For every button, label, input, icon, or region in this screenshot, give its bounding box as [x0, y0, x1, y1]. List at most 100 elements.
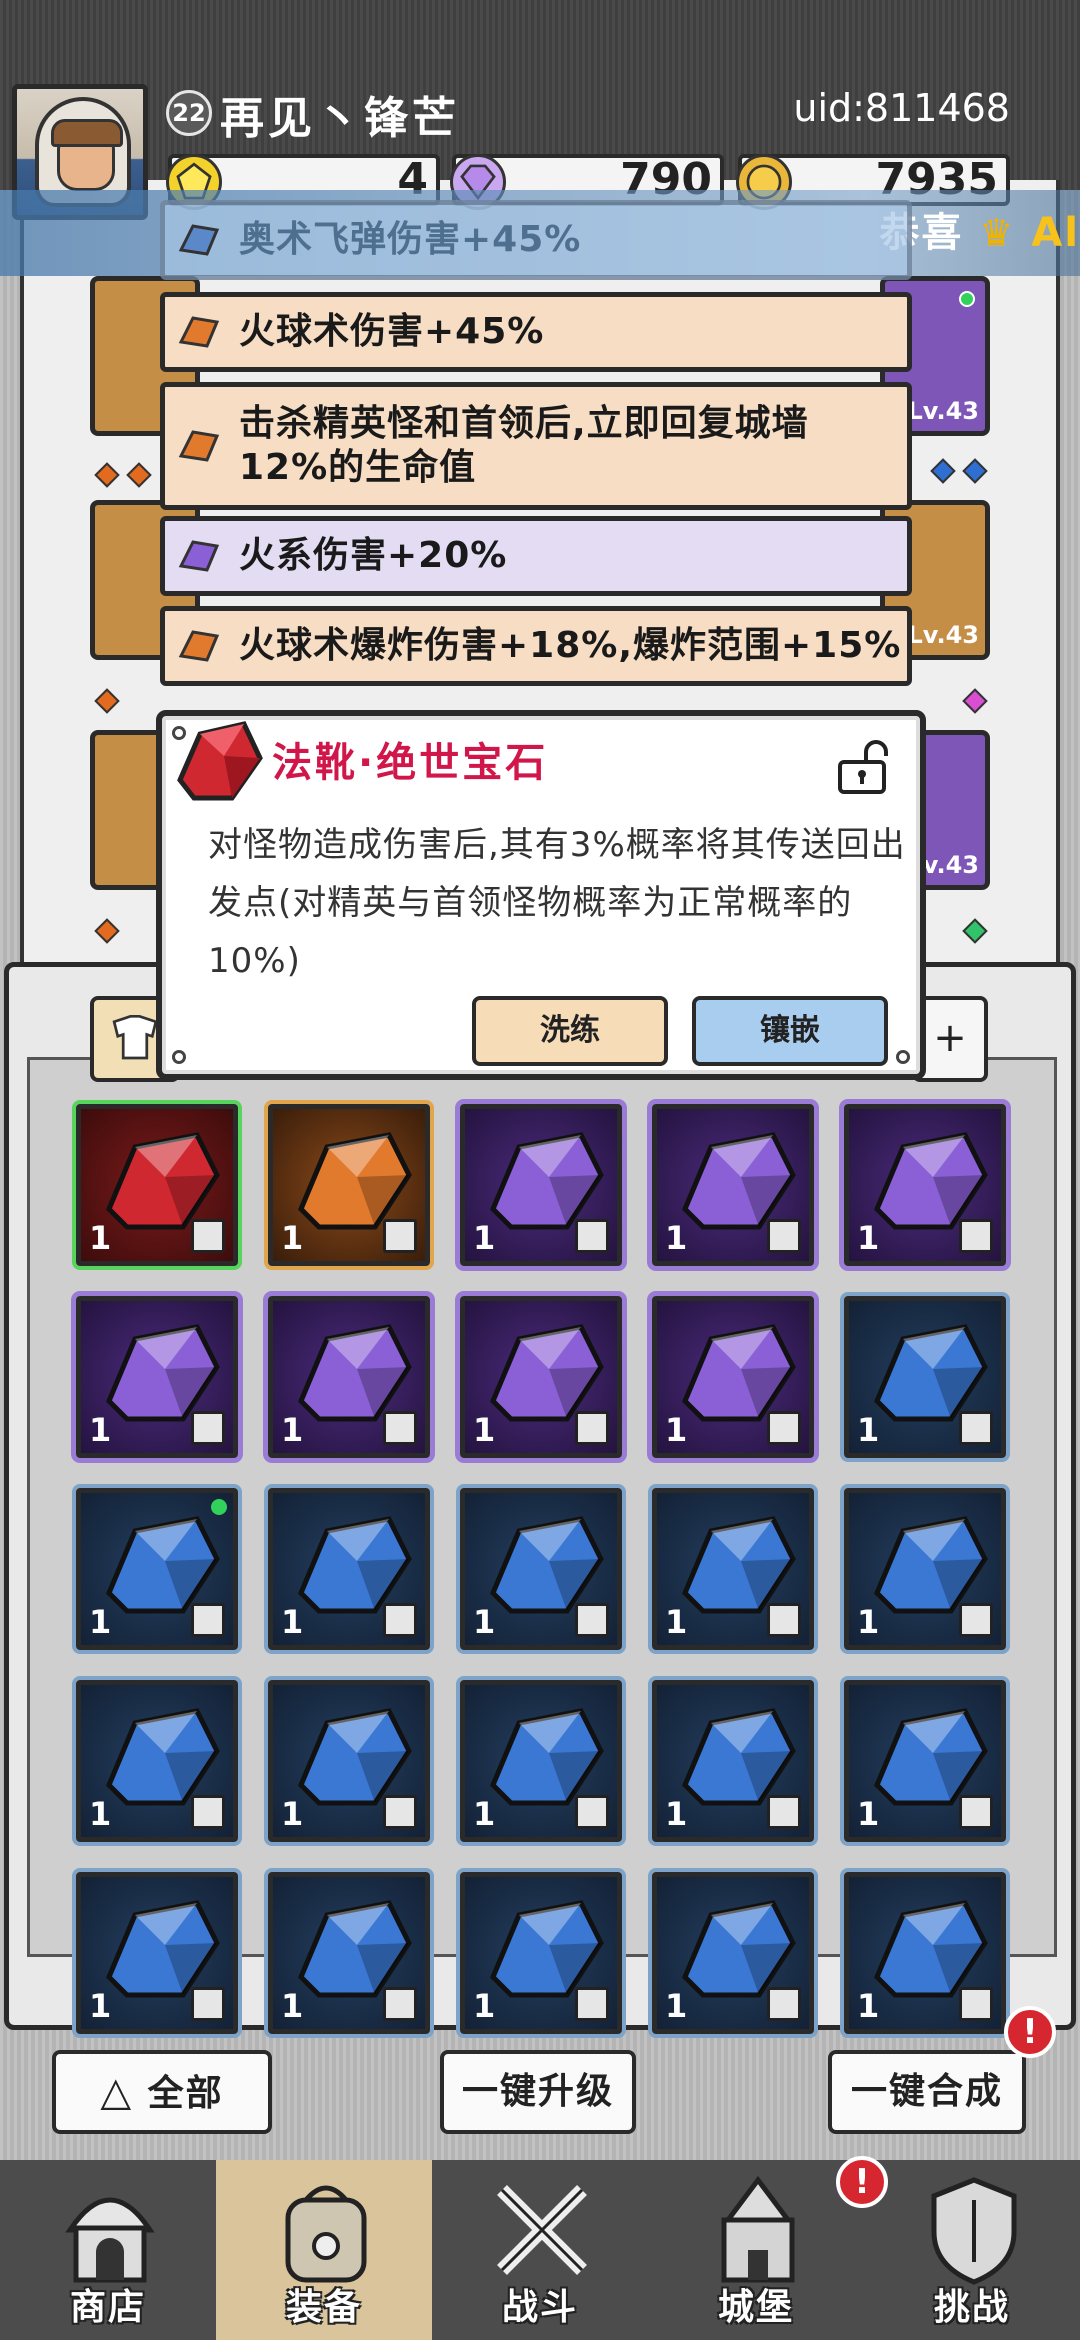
ring-icon	[575, 1411, 609, 1445]
nav-tab-2[interactable]: 战斗	[432, 2160, 648, 2340]
attribute-row: 火球术伤害+45%	[160, 292, 912, 372]
inventory-gem-cell[interactable]: 1	[268, 1104, 430, 1266]
inventory-gem-cell[interactable]: 1	[76, 1488, 238, 1650]
inventory-gem-cell[interactable]: 1	[460, 1680, 622, 1842]
inlay-button[interactable]: 镶嵌	[692, 996, 888, 1066]
gem-count: 1	[281, 1603, 304, 1641]
purple-gem-icon	[177, 536, 221, 576]
gem-detail-popup: 法靴·绝世宝石 对怪物造成伤害后,其有3%概率将其传送回出发点(对精英与首领怪物…	[156, 710, 926, 1080]
attribute-text: 火球术爆炸伤害+18%,爆炸范围+15%	[239, 625, 902, 666]
inventory-gem-cell[interactable]: 1	[76, 1680, 238, 1842]
inventory-gem-cell[interactable]: 1	[844, 1488, 1006, 1650]
combine-all-button[interactable]: 一键合成	[828, 2050, 1026, 2134]
armor-icon	[191, 1411, 225, 1445]
inventory-gem-cell[interactable]: 1	[652, 1680, 814, 1842]
blue-gem-icon	[177, 220, 221, 260]
gem-count: 1	[857, 1603, 880, 1641]
nav-tab-3[interactable]: 城堡	[648, 2160, 864, 2340]
inventory-gem-cell[interactable]: 1	[652, 1872, 814, 2034]
gem-count: 1	[281, 1795, 304, 1833]
equipment-level: Lv.43	[907, 621, 980, 649]
corner-rivet	[172, 1050, 186, 1064]
inventory-gem-cell[interactable]: 1	[268, 1680, 430, 1842]
backpack-icon	[285, 2185, 367, 2283]
filter-triangle-icon: △	[100, 2069, 134, 2115]
ring-icon	[767, 1411, 801, 1445]
nav-label: 装备	[285, 2287, 362, 2328]
boots-icon	[383, 1987, 417, 2021]
nav-label: 挑战	[933, 2287, 1010, 2328]
ring-icon	[383, 1219, 417, 1253]
inventory-gem-cell[interactable]: 1	[652, 1296, 814, 1458]
gem-count: 1	[281, 1411, 304, 1449]
combine-alert-badge: !	[1004, 2006, 1056, 2058]
attribute-row: 奥术飞弹伤害+45%	[160, 200, 912, 280]
nav-label: 城堡	[717, 2287, 794, 2328]
armor-icon	[383, 1795, 417, 1829]
attribute-row: 火系伤害+20%	[160, 516, 912, 596]
gem-count: 1	[281, 1987, 304, 2025]
inventory-gem-cell[interactable]: 1	[76, 1104, 238, 1266]
corner-rivet	[896, 1050, 910, 1064]
inventory-gem-cell[interactable]: 1	[76, 1872, 238, 2034]
filter-all-button[interactable]: △ 全部	[52, 2050, 272, 2134]
crown-icon: ♛	[979, 211, 1016, 255]
inventory-gem-cell[interactable]: 1	[844, 1680, 1006, 1842]
necklace-icon	[383, 1603, 417, 1637]
attribute-text: 火系伤害+20%	[239, 535, 508, 576]
nav-tab-4[interactable]: 挑战	[864, 2160, 1080, 2340]
gem-count: 1	[473, 1795, 496, 1833]
boots-icon	[191, 1219, 225, 1253]
attribute-text: 火球术伤害+45%	[239, 311, 545, 352]
inventory-gem-cell[interactable]: 1	[844, 1104, 1006, 1266]
gem-count: 1	[665, 1603, 688, 1641]
inventory-gem-cell[interactable]: 1	[460, 1104, 622, 1266]
inventory-gem-cell[interactable]: 1	[268, 1296, 430, 1458]
armor-icon	[191, 1795, 225, 1829]
gem-count: 1	[857, 1795, 880, 1833]
player-level-badge: 22	[166, 90, 212, 136]
boots-icon	[191, 1987, 225, 2021]
nav-tab-1[interactable]: 装备	[216, 2160, 432, 2340]
inventory-gem-cell[interactable]: 1	[460, 1488, 622, 1650]
shield-icon	[931, 2177, 1017, 2285]
attribute-row: 火球术爆炸伤害+18%,爆炸范围+15%	[160, 606, 912, 686]
inventory-gem-cell[interactable]: 1	[460, 1296, 622, 1458]
orange-gem-icon	[177, 312, 221, 352]
gem-count: 1	[281, 1219, 304, 1257]
avatar-hair	[51, 119, 123, 147]
orange-gem-icon	[177, 626, 221, 666]
armor-icon	[959, 1219, 993, 1253]
gem-count: 1	[473, 1219, 496, 1257]
inventory-gem-cell[interactable]: 1	[268, 1488, 430, 1650]
inventory-gem-cell[interactable]: 1	[844, 1872, 1006, 2034]
reforge-button[interactable]: 洗练	[472, 996, 668, 1066]
upgrade-all-button[interactable]: 一键升级	[440, 2050, 636, 2134]
orange-gem-icon	[177, 426, 221, 466]
inventory-gem-cell[interactable]: 1	[844, 1296, 1006, 1458]
player-uid: uid:811468	[793, 86, 1010, 130]
boots-icon	[959, 1987, 993, 2021]
gem-count: 1	[857, 1987, 880, 2025]
necklace-icon	[767, 1219, 801, 1253]
gem-title: 法靴·绝世宝石	[272, 740, 549, 786]
gem-count: 1	[665, 1411, 688, 1449]
boots-icon	[767, 1795, 801, 1829]
filter-all-label: 全部	[147, 2073, 224, 2114]
attribute-text: 击杀精英怪和首领后,立即回复城墙12%的生命值	[239, 403, 809, 488]
inventory-gem-cell[interactable]: 1	[460, 1872, 622, 2034]
inventory-gem-cell[interactable]: 1	[652, 1104, 814, 1266]
player-name: 再见丶锋芒	[220, 93, 460, 144]
unlock-icon[interactable]	[830, 734, 894, 798]
boots-icon	[575, 1795, 609, 1829]
gem-count: 1	[857, 1219, 880, 1257]
announcement-suffix: Al	[1031, 210, 1080, 256]
nav-label: 商店	[69, 2287, 146, 2328]
inventory-gem-cell[interactable]: 1	[76, 1296, 238, 1458]
boots-icon	[959, 1795, 993, 1829]
inventory-gem-cell[interactable]: 1	[652, 1488, 814, 1650]
nav-tab-0[interactable]: 商店	[0, 2160, 216, 2340]
new-item-indicator	[211, 1499, 227, 1515]
inventory-gem-cell[interactable]: 1	[268, 1872, 430, 2034]
gem-count: 1	[89, 1411, 112, 1449]
